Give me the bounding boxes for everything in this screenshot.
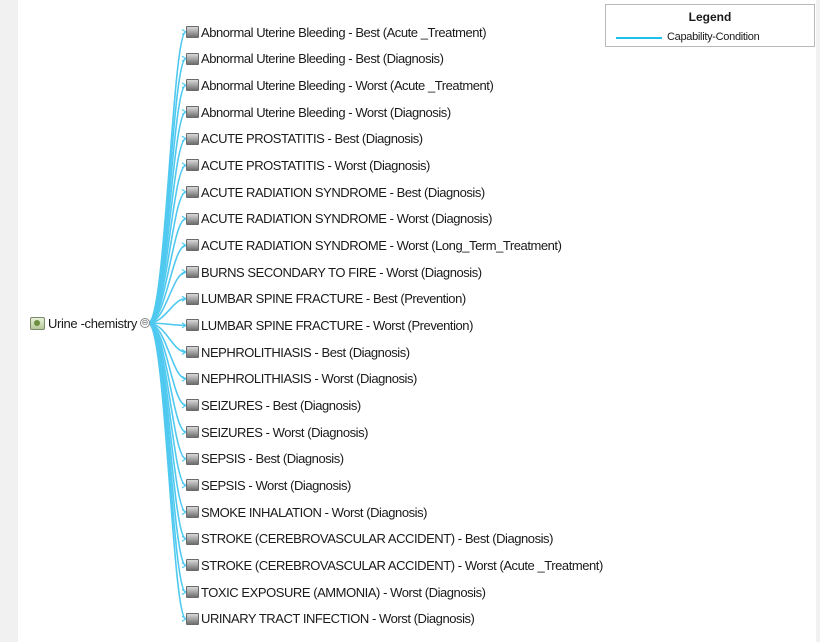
capability-node-icon	[186, 292, 199, 305]
child-node[interactable]: Abnormal Uterine Bleeding - Worst (Diagn…	[186, 103, 451, 121]
child-node[interactable]: NEPHROLITHIASIS - Best (Diagnosis)	[186, 343, 410, 361]
child-node-label: STROKE (CEREBROVASCULAR ACCIDENT) - Best…	[201, 531, 553, 547]
child-node[interactable]: LUMBAR SPINE FRACTURE - Best (Prevention…	[186, 290, 466, 308]
legend-title: Legend	[688, 10, 732, 24]
child-node-label: URINARY TRACT INFECTION - Worst (Diagnos…	[201, 611, 475, 627]
capability-node-icon	[186, 399, 199, 412]
child-node-label: LUMBAR SPINE FRACTURE - Best (Prevention…	[201, 291, 466, 307]
child-node-label: ACUTE RADIATION SYNDROME - Worst (Long_T…	[201, 237, 562, 253]
capability-node-icon	[186, 106, 199, 118]
child-node-label: SEIZURES - Best (Diagnosis)	[201, 397, 361, 413]
capability-node-icon	[186, 506, 199, 519]
capability-node-icon	[186, 26, 199, 38]
child-node-label: NEPHROLITHIASIS - Worst (Diagnosis)	[201, 371, 417, 387]
child-node-label: ACUTE PROSTATITIS - Worst (Diagnosis)	[201, 157, 430, 173]
child-node[interactable]: SEPSIS - Best (Diagnosis)	[186, 450, 344, 468]
capability-node-icon	[186, 426, 199, 439]
capability-node-icon	[186, 212, 199, 225]
capability-node-icon	[186, 132, 199, 145]
child-node-label: BURNS SECONDARY TO FIRE - Worst (Diagnos…	[201, 264, 482, 280]
child-node[interactable]: BURNS SECONDARY TO FIRE - Worst (Diagnos…	[186, 263, 482, 281]
child-node[interactable]: STROKE (CEREBROVASCULAR ACCIDENT) - Wors…	[186, 556, 603, 574]
capability-node-icon	[186, 52, 199, 65]
concept-node-icon	[30, 316, 45, 330]
child-node[interactable]: SMOKE INHALATION - Worst (Diagnosis)	[186, 503, 427, 521]
child-node[interactable]: SEIZURES - Worst (Diagnosis)	[186, 423, 368, 441]
capability-node-icon	[186, 532, 199, 545]
child-node[interactable]: SEIZURES - Best (Diagnosis)	[186, 396, 361, 414]
capability-node-icon	[186, 319, 199, 332]
child-node[interactable]: NEPHROLITHIASIS - Worst (Diagnosis)	[186, 370, 417, 388]
child-node[interactable]: URINARY TRACT INFECTION - Worst (Diagnos…	[186, 610, 475, 628]
child-node[interactable]: STROKE (CEREBROVASCULAR ACCIDENT) - Best…	[186, 530, 553, 548]
child-node-label: Abnormal Uterine Bleeding - Best (Diagno…	[201, 51, 444, 67]
child-node-label: Abnormal Uterine Bleeding - Worst (Acute…	[201, 77, 494, 93]
child-node[interactable]: LUMBAR SPINE FRACTURE - Worst (Preventio…	[186, 316, 473, 334]
child-node[interactable]: ACUTE RADIATION SYNDROME - Worst (Long_T…	[186, 236, 562, 254]
collapse-toggle-icon[interactable]: ⊖	[140, 318, 151, 328]
child-node-label: ACUTE RADIATION SYNDROME - Worst (Diagno…	[201, 211, 493, 227]
child-node-label: SEPSIS - Worst (Diagnosis)	[201, 477, 351, 493]
capability-node-icon	[186, 346, 199, 359]
legend: Legend Capability-Condition	[605, 4, 815, 47]
child-node[interactable]: ACUTE RADIATION SYNDROME - Best (Diagnos…	[186, 183, 485, 201]
legend-line-swatch	[616, 37, 662, 39]
child-node-label: SEPSIS - Best (Diagnosis)	[201, 451, 344, 467]
child-node-label: LUMBAR SPINE FRACTURE - Worst (Preventio…	[201, 317, 473, 333]
legend-entry-label: Capability-Condition	[667, 31, 760, 43]
capability-node-icon	[186, 372, 199, 385]
child-node-label: STROKE (CEREBROVASCULAR ACCIDENT) - Wors…	[201, 557, 603, 573]
capability-node-icon	[186, 239, 199, 252]
child-node-label: ACUTE PROSTATITIS - Best (Diagnosis)	[201, 131, 423, 147]
capability-node-icon	[186, 612, 199, 625]
child-node[interactable]: Abnormal Uterine Bleeding - Worst (Acute…	[186, 76, 494, 94]
child-node[interactable]: ACUTE PROSTATITIS - Worst (Diagnosis)	[186, 156, 430, 174]
child-node-label: Abnormal Uterine Bleeding - Best (Acute …	[201, 24, 487, 40]
child-node-label: TOXIC EXPOSURE (AMMONIA) - Worst (Diagno…	[201, 584, 486, 600]
capability-node-icon	[186, 266, 199, 279]
capability-node-icon	[186, 159, 199, 172]
capability-node-icon	[186, 479, 199, 492]
child-node-label: SEIZURES - Worst (Diagnosis)	[201, 424, 369, 440]
capability-node-icon	[186, 186, 199, 199]
child-node[interactable]: SEPSIS - Worst (Diagnosis)	[186, 476, 351, 494]
child-node[interactable]: Abnormal Uterine Bleeding - Best (Acute …	[186, 23, 487, 41]
child-node-label: SMOKE INHALATION - Worst (Diagnosis)	[201, 504, 428, 520]
root-node[interactable]: Urine -chemistry ⊖	[30, 314, 151, 332]
child-node-label: Abnormal Uterine Bleeding - Worst (Diagn…	[201, 104, 451, 120]
child-node-label: ACUTE RADIATION SYNDROME - Best (Diagnos…	[201, 184, 485, 200]
child-node[interactable]: ACUTE RADIATION SYNDROME - Worst (Diagno…	[186, 210, 492, 228]
root-node-label: Urine -chemistry	[48, 315, 138, 331]
child-node[interactable]: TOXIC EXPOSURE (AMMONIA) - Worst (Diagno…	[186, 583, 486, 601]
capability-node-icon	[186, 586, 199, 599]
capability-node-icon	[186, 79, 199, 92]
child-node-label: NEPHROLITHIASIS - Best (Diagnosis)	[201, 344, 410, 360]
child-node[interactable]: ACUTE PROSTATITIS - Best (Diagnosis)	[186, 130, 423, 148]
child-node[interactable]: Abnormal Uterine Bleeding - Best (Diagno…	[186, 50, 444, 68]
capability-node-icon	[186, 452, 199, 465]
capability-node-icon	[186, 559, 199, 572]
